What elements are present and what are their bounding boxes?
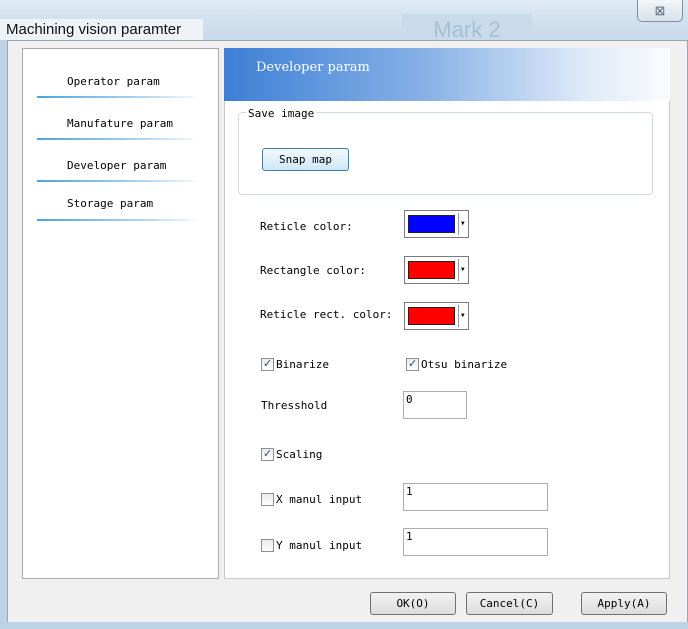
dropdown-arrow[interactable]: ▼ bbox=[458, 213, 467, 235]
nav-item-underline bbox=[37, 138, 202, 140]
close-x-icon: ⊠ bbox=[654, 3, 666, 18]
chevron-down-icon: ▼ bbox=[461, 312, 465, 319]
nav-panel: Operator param Manufature param Develope… bbox=[22, 48, 219, 579]
otsu-binarize-label: Otsu binarize bbox=[421, 358, 508, 371]
nav-item-label: Storage param bbox=[67, 197, 154, 210]
binarize-label: Binarize bbox=[276, 358, 329, 371]
nav-item-developer-param[interactable]: Developer param bbox=[37, 141, 202, 182]
rectangle-color-swatch bbox=[408, 261, 455, 279]
cancel-button[interactable]: Cancel(C) bbox=[466, 592, 553, 615]
nav-item-label: Developer param bbox=[67, 159, 167, 172]
save-image-legend: Save image bbox=[246, 107, 317, 120]
checkmark-icon: ✓ bbox=[263, 357, 273, 370]
rectangle-color-label: Rectangle color: bbox=[260, 264, 366, 277]
snap-map-button[interactable]: Snap map bbox=[262, 148, 349, 171]
nav-item-underline bbox=[37, 219, 202, 221]
threshold-label: Thresshold bbox=[261, 399, 328, 412]
x-manual-input-checkbox[interactable] bbox=[261, 493, 274, 506]
x-manual-input-field[interactable]: 1 bbox=[403, 483, 548, 511]
nav-item-underline bbox=[37, 180, 202, 182]
scaling-label: Scaling bbox=[276, 448, 323, 461]
ok-button[interactable]: OK(O) bbox=[370, 592, 456, 615]
window-bottom-border bbox=[7, 622, 688, 629]
window-title: Machining vision paramter bbox=[0, 19, 203, 40]
binarize-checkbox[interactable]: ✓ bbox=[261, 357, 274, 371]
nav-item-storage-param[interactable]: Storage param bbox=[37, 183, 202, 223]
nav-item-underline bbox=[37, 96, 202, 98]
otsu-binarize-checkbox[interactable]: ✓ bbox=[406, 357, 419, 371]
close-button[interactable]: ⊠ bbox=[637, 0, 683, 22]
dropdown-arrow[interactable]: ▼ bbox=[458, 305, 467, 327]
checkmark-icon: ✓ bbox=[263, 447, 273, 460]
reticle-rect-color-label: Reticle rect. color: bbox=[260, 308, 393, 321]
reticle-color-swatch bbox=[408, 215, 455, 233]
nav-item-label: Operator param bbox=[67, 75, 160, 88]
threshold-input[interactable]: 0 bbox=[403, 391, 467, 419]
y-manual-input-field[interactable]: 1 bbox=[403, 528, 548, 556]
page-title: Developer param bbox=[256, 60, 370, 75]
dialog-window: Mark 2 Machining vision paramter ⊠ Opera… bbox=[0, 0, 688, 629]
reticle-rect-color-swatch bbox=[408, 307, 455, 325]
header-banner: Developer param bbox=[224, 48, 670, 101]
reticle-color-label: Reticle color: bbox=[260, 220, 353, 233]
nav-item-manufature-param[interactable]: Manufature param bbox=[37, 99, 202, 140]
y-manual-input-label: Y manul input bbox=[276, 539, 363, 552]
background-tab: Mark 2 bbox=[402, 14, 532, 40]
checkmark-icon: ✓ bbox=[408, 357, 418, 370]
rectangle-color-picker[interactable]: ▼ bbox=[404, 256, 469, 284]
chevron-down-icon: ▼ bbox=[461, 266, 465, 273]
scaling-checkbox[interactable]: ✓ bbox=[261, 447, 274, 461]
x-manual-input-label: X manul input bbox=[276, 493, 363, 506]
chevron-down-icon: ▼ bbox=[461, 220, 465, 227]
reticle-rect-color-picker[interactable]: ▼ bbox=[404, 302, 469, 330]
dropdown-arrow[interactable]: ▼ bbox=[458, 259, 467, 281]
nav-item-label: Manufature param bbox=[67, 117, 173, 130]
y-manual-input-checkbox[interactable] bbox=[261, 539, 274, 552]
apply-button[interactable]: Apply(A) bbox=[581, 592, 667, 615]
reticle-color-picker[interactable]: ▼ bbox=[404, 210, 469, 238]
nav-item-operator-param[interactable]: Operator param bbox=[37, 57, 202, 98]
